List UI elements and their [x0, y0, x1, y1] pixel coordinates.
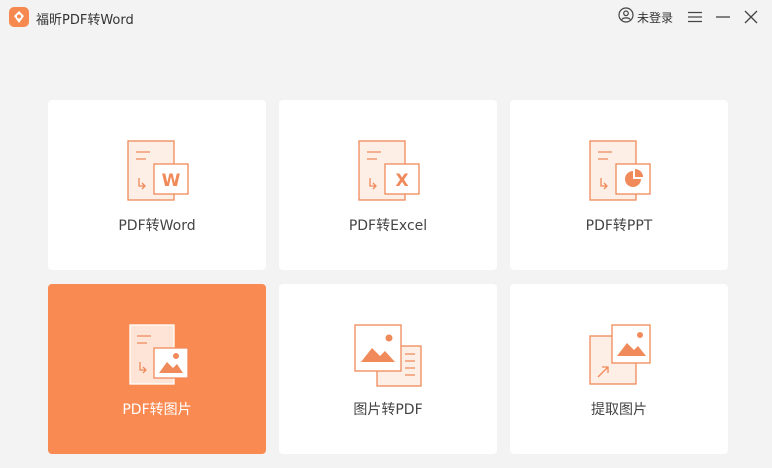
card-pdf-to-word[interactable]: W PDF转Word — [48, 100, 266, 270]
minimize-button[interactable] — [715, 9, 731, 25]
app-logo-icon — [9, 7, 29, 27]
card-label: 提取图片 — [591, 402, 647, 418]
card-pdf-to-ppt[interactable]: PDF转PPT — [510, 100, 728, 270]
pdf-to-ppt-icon — [584, 140, 654, 204]
card-pdf-to-image[interactable]: PDF转图片 — [48, 284, 266, 454]
card-label: PDF转PPT — [585, 218, 653, 234]
card-pdf-to-excel[interactable]: X PDF转Excel — [279, 100, 497, 270]
image-to-pdf-icon — [353, 324, 423, 388]
card-label: PDF转Word — [118, 218, 196, 234]
pdf-to-image-icon — [122, 324, 192, 388]
card-image-to-pdf[interactable]: 图片转PDF — [279, 284, 497, 454]
title-bar: 福昕PDF转Word 未登录 — [0, 0, 772, 34]
svg-text:W: W — [162, 171, 181, 191]
card-extract-images[interactable]: 提取图片 — [510, 284, 728, 454]
card-label: PDF转图片 — [122, 402, 192, 418]
user-icon — [618, 7, 634, 27]
minimize-icon — [716, 16, 730, 18]
card-label: PDF转Excel — [348, 218, 428, 234]
login-label: 未登录 — [637, 10, 674, 25]
app-title: 福昕PDF转Word — [36, 13, 134, 28]
svg-text:X: X — [395, 171, 408, 191]
card-label: 图片转PDF — [353, 402, 423, 418]
extract-images-icon — [584, 324, 654, 388]
close-button[interactable] — [743, 9, 759, 25]
close-icon — [744, 10, 758, 24]
pdf-to-excel-icon: X — [353, 140, 423, 204]
login-button[interactable]: 未登录 — [618, 7, 674, 27]
menu-button[interactable] — [687, 9, 703, 25]
menu-icon — [688, 11, 702, 23]
pdf-to-word-icon: W — [122, 140, 192, 204]
